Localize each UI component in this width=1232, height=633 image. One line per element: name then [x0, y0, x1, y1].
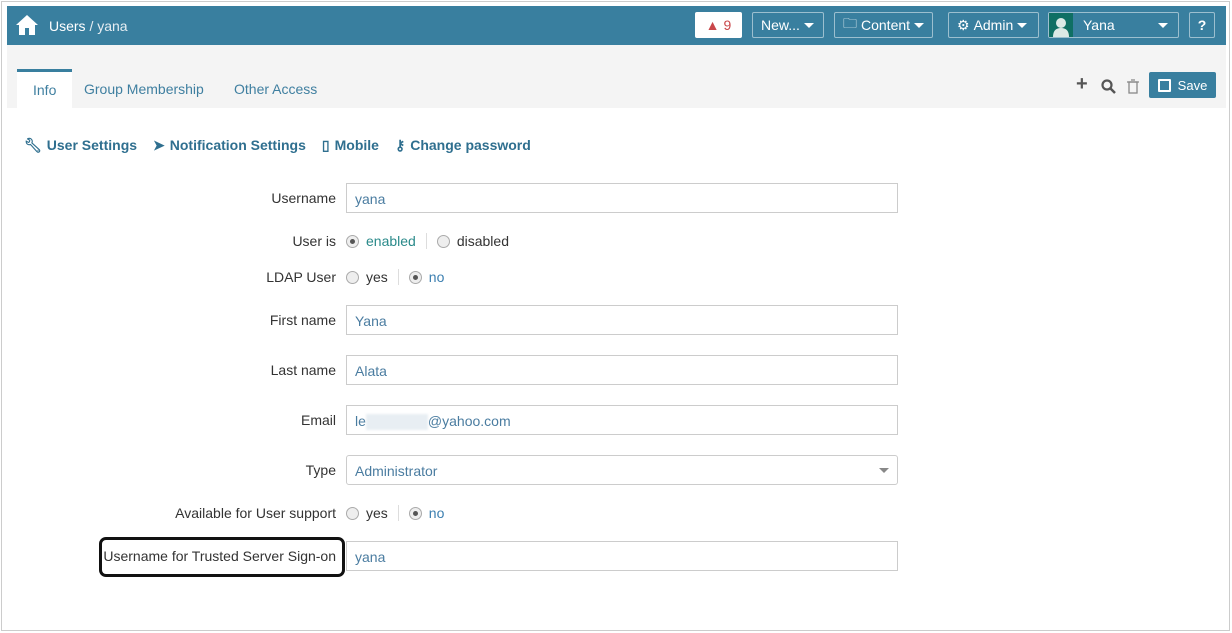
last-name-label: Last name: [270, 362, 336, 378]
username-row: Username yana: [0, 183, 900, 213]
tab-group-membership[interactable]: Group Membership: [68, 69, 220, 108]
tab-label: Info: [33, 82, 57, 98]
tab-label: Other Access: [234, 81, 318, 97]
trusted-username-input[interactable]: yana: [346, 541, 898, 571]
help-icon: ?: [1197, 17, 1207, 33]
link-label: Mobile: [334, 137, 379, 153]
caret-down-icon: [914, 22, 925, 28]
home-icon[interactable]: [15, 14, 39, 36]
support-label: Available for User support: [175, 505, 336, 521]
disabled-radio[interactable]: [436, 234, 450, 248]
last-name-row: Last name Alata: [0, 355, 900, 385]
breadcrumb-separator: /: [85, 18, 98, 34]
tab-label: Group Membership: [84, 81, 204, 97]
alert-count: 9: [723, 17, 732, 33]
yes-label[interactable]: yes: [366, 505, 388, 521]
email-input[interactable]: le @yahoo.com: [346, 405, 898, 435]
first-name-input[interactable]: Yana: [346, 305, 898, 335]
yes-label[interactable]: yes: [366, 269, 388, 285]
disabled-label[interactable]: disabled: [457, 233, 509, 249]
key-icon: ⚷: [394, 137, 406, 153]
new-label: New...: [761, 17, 800, 33]
tab-other-access[interactable]: Other Access: [218, 69, 333, 108]
floppy-disk-icon: [1157, 78, 1171, 92]
divider: [397, 505, 399, 521]
breadcrumb: Users / yana: [49, 18, 128, 34]
mobile-icon: ▯: [321, 137, 330, 153]
no-label[interactable]: no: [429, 505, 445, 521]
user-name: Yana: [1083, 17, 1115, 33]
admin-menu-button[interactable]: ⚙ Admin: [948, 12, 1039, 38]
first-name-label: First name: [269, 312, 336, 328]
search-icon[interactable]: [1101, 79, 1116, 94]
folder-icon: 🗀: [843, 15, 857, 31]
tab-bar: Info Group Membership Other Access + Sav…: [7, 45, 1226, 108]
add-icon[interactable]: +: [1076, 73, 1088, 96]
caret-down-icon: [1017, 22, 1028, 28]
notification-settings-link[interactable]: ➤ Notification Settings: [153, 137, 306, 154]
email-label: Email: [300, 412, 336, 428]
change-password-link[interactable]: ⚷ Change password: [395, 137, 531, 154]
type-row: Type Administrator: [0, 455, 900, 485]
no-label[interactable]: no: [429, 269, 445, 285]
user-is-row: User is enabled disabled: [0, 226, 900, 256]
mobile-link[interactable]: ▯ Mobile: [322, 137, 379, 154]
breadcrumb-current: yana: [97, 18, 128, 34]
new-menu-button[interactable]: New...: [752, 12, 824, 38]
ldap-no-radio[interactable]: [408, 270, 422, 284]
type-value: Administrator: [355, 463, 438, 479]
paper-plane-icon: ➤: [153, 137, 165, 153]
settings-links: 🔧︎ User Settings ➤ Notification Settings ▯…: [24, 137, 531, 154]
wrench-icon: 🔧︎: [24, 137, 42, 153]
help-button[interactable]: ?: [1189, 12, 1215, 38]
first-name-row: First name Yana: [0, 305, 900, 335]
admin-label: Admin: [973, 17, 1014, 33]
content-label: Content: [861, 17, 911, 33]
trash-icon[interactable]: [1127, 79, 1139, 94]
divider: [425, 233, 427, 249]
type-label: Type: [305, 462, 336, 478]
highlight-box: [99, 537, 345, 577]
enabled-label[interactable]: enabled: [366, 233, 416, 249]
redacted-blur: [365, 414, 428, 431]
enabled-radio[interactable]: [346, 234, 359, 248]
username-input[interactable]: yana: [346, 183, 898, 213]
last-name-input[interactable]: Alata: [346, 355, 898, 385]
alerts-button[interactable]: ▲ 9: [695, 12, 742, 38]
caret-down-icon: [1158, 22, 1168, 28]
user-menu-button[interactable]: Yana: [1048, 12, 1179, 38]
breadcrumb-users[interactable]: Users: [49, 18, 86, 34]
ldap-row: LDAP User yes no: [0, 262, 900, 292]
ldap-label: LDAP User: [266, 269, 336, 285]
support-no-radio[interactable]: [408, 506, 422, 520]
support-yes-radio[interactable]: [346, 506, 359, 520]
content-menu-button[interactable]: 🗀 Content: [834, 12, 933, 38]
email-row: Email le @yahoo.com: [0, 405, 900, 435]
caret-down-icon: [803, 22, 814, 28]
user-settings-link[interactable]: 🔧︎ User Settings: [24, 137, 137, 154]
divider: [397, 269, 399, 285]
top-bar: Users / yana ▲ 9 New... 🗀 Content ⚙ Admin Y…: [7, 6, 1226, 45]
email-prefix: le: [355, 413, 366, 429]
username-label: Username: [271, 190, 336, 206]
link-label: Notification Settings: [169, 137, 306, 153]
tab-info[interactable]: Info: [17, 69, 73, 108]
link-label: Change password: [410, 137, 531, 153]
support-row: Available for User support yes no: [0, 498, 900, 528]
warning-icon: ▲: [705, 17, 720, 33]
save-label: Save: [1177, 77, 1208, 93]
save-button[interactable]: Save: [1149, 72, 1216, 98]
caret-down-icon: [879, 468, 889, 473]
avatar: [1049, 13, 1073, 37]
gear-icon: ⚙: [957, 16, 970, 33]
ldap-yes-radio[interactable]: [346, 270, 359, 284]
email-suffix: @yahoo.com: [427, 413, 511, 429]
type-select[interactable]: Administrator: [346, 455, 898, 485]
link-label: User Settings: [46, 137, 138, 153]
user-is-label: User is: [292, 233, 336, 249]
